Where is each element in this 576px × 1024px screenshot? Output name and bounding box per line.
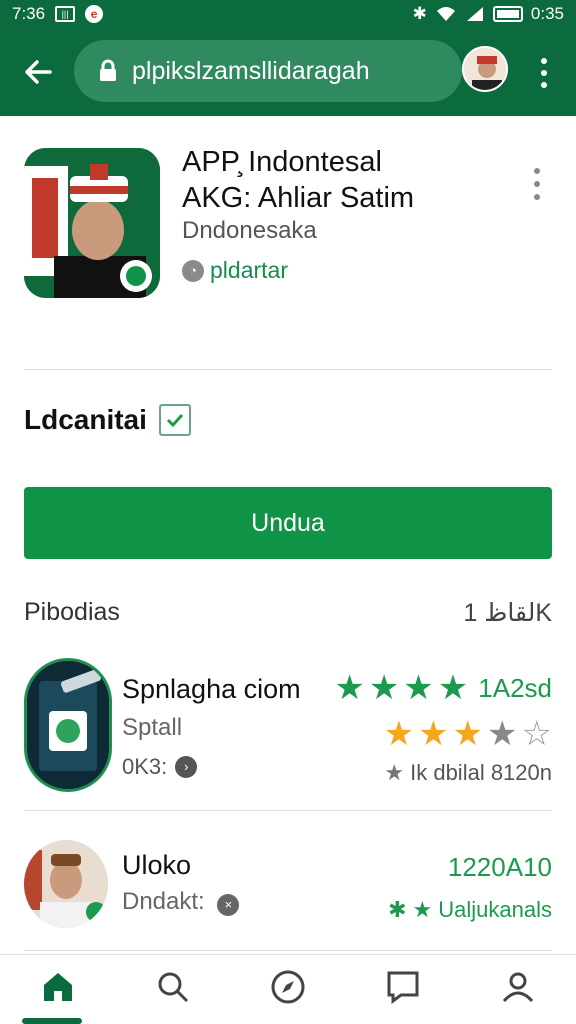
nav-profile[interactable] bbox=[488, 969, 548, 1005]
signal-icon bbox=[466, 7, 483, 21]
divider bbox=[24, 950, 552, 951]
item-detail-text: Ik dbilal 8120n bbox=[410, 760, 552, 785]
profile-icon bbox=[503, 972, 534, 1003]
status-bar: 7:36 ||| e ✱ 0:35 bbox=[0, 0, 576, 28]
app-menu-button[interactable] bbox=[530, 168, 544, 200]
install-button[interactable]: Undua bbox=[24, 487, 552, 559]
app-title-line2: AKG: Ahliar Satim bbox=[182, 182, 415, 214]
back-arrow-icon bbox=[25, 60, 52, 84]
list-item[interactable]: Spnlagha ciom Sptall 0K3: › ★ ★ ★ ★ 1A2s… bbox=[0, 658, 576, 808]
person-image bbox=[24, 840, 108, 928]
verified-label: Ldcanitai bbox=[24, 404, 147, 435]
star-icon: ★ bbox=[383, 715, 415, 753]
app-title: APP̧ Indontesal AKG: Ahliar Satim bbox=[182, 144, 512, 216]
lock-icon bbox=[100, 59, 116, 81]
item-detail-text: Ualjukanals bbox=[438, 897, 552, 922]
nav-messages[interactable] bbox=[373, 969, 433, 1005]
search-icon bbox=[158, 972, 188, 1003]
category-icon: ◔ bbox=[182, 259, 204, 282]
star-icon: ✱ bbox=[388, 897, 407, 922]
bluetooth-icon: ✱ bbox=[412, 4, 427, 23]
chat-icon bbox=[387, 971, 419, 1004]
section-header: Pibodias لقاظ 1K bbox=[24, 598, 552, 628]
divider bbox=[24, 369, 552, 370]
back-button[interactable] bbox=[0, 28, 76, 116]
star-outline-icon: ☆ bbox=[521, 715, 552, 753]
wifi-icon bbox=[436, 7, 455, 21]
item-title: Uloko bbox=[122, 850, 192, 880]
item-rating: 1A2sd bbox=[478, 672, 552, 703]
item-subtitle: Sptall bbox=[122, 714, 183, 741]
arrow-icon: › bbox=[175, 756, 198, 778]
app-category[interactable]: ◔ pldartar bbox=[182, 257, 288, 284]
nav-explore[interactable] bbox=[258, 969, 318, 1005]
bottom-navigation bbox=[0, 954, 576, 1024]
check-icon bbox=[166, 413, 184, 428]
divider bbox=[24, 810, 552, 811]
item-meta-text: 0K3: bbox=[122, 754, 168, 779]
star-icon: ★ bbox=[418, 715, 449, 753]
verified-checkbox[interactable] bbox=[158, 404, 191, 436]
compass-icon bbox=[271, 970, 305, 1004]
section-count[interactable]: لقاظ 1K bbox=[463, 598, 552, 628]
app-title-line1: APP̧ Indontesal bbox=[182, 146, 382, 178]
item-subtitle: Dndakt: × bbox=[122, 888, 240, 916]
item-rating: 1220A10 bbox=[447, 852, 552, 882]
url-text: plpikslzamsllidaragah bbox=[132, 56, 370, 85]
star-icon: ★ bbox=[452, 715, 484, 753]
star-icon: ★ bbox=[487, 715, 518, 753]
profile-avatar[interactable] bbox=[462, 46, 508, 92]
app-header: APP̧ Indontesal AKG: Ahliar Satim Dndone… bbox=[0, 116, 576, 371]
star-icon: ★ bbox=[412, 897, 433, 922]
item-thumbnail bbox=[24, 840, 108, 928]
nav-home[interactable] bbox=[28, 969, 88, 1005]
more-vert-icon bbox=[541, 58, 547, 64]
item-detail: ✱ ★ Ualjukanals bbox=[388, 897, 552, 923]
phone-image bbox=[27, 661, 109, 789]
status-time-left: 7:36 bbox=[12, 4, 46, 23]
home-icon bbox=[43, 973, 72, 1001]
item-title: Spnlagha ciom bbox=[122, 674, 301, 704]
active-tab-indicator bbox=[22, 1018, 82, 1024]
app-notification-icon: e bbox=[85, 5, 104, 23]
item-rating-block: 1220A10 ✱ ★ Ualjukanals bbox=[388, 852, 552, 923]
item-rating-block: ★ ★ ★ ★ 1A2sd ★ ★ ★ ★ ☆ ★ Ik dbilal 8120… bbox=[334, 670, 552, 786]
star-icon: ★ bbox=[437, 669, 469, 707]
verified-row: Ldcanitai bbox=[24, 404, 191, 436]
star-icon: ★ bbox=[334, 669, 365, 707]
item-meta: 0K3: › bbox=[122, 754, 198, 780]
close-icon: × bbox=[217, 894, 240, 916]
category-label: pldartar bbox=[210, 257, 288, 283]
browser-toolbar: plpikslzamsllidaragah bbox=[0, 28, 576, 116]
battery-icon bbox=[492, 6, 523, 22]
avatar-image bbox=[464, 48, 506, 90]
browser-menu-button[interactable] bbox=[530, 56, 558, 90]
notification-icon: ||| bbox=[55, 6, 76, 22]
app-developer[interactable]: Dndonesaka bbox=[182, 217, 317, 245]
more-vert-icon bbox=[534, 168, 540, 174]
app-icon-image bbox=[24, 148, 160, 298]
item-thumbnail bbox=[24, 658, 112, 792]
star-icon: ★ bbox=[368, 669, 400, 707]
address-bar[interactable]: plpikslzamsllidaragah bbox=[74, 40, 462, 102]
section-title: Pibodias bbox=[24, 598, 120, 626]
star-icon: ★ bbox=[403, 669, 434, 707]
star-icon: ★ bbox=[384, 760, 405, 785]
item-subtitle-text: Dndakt: bbox=[122, 888, 205, 915]
rating-stars-green: ★ ★ ★ ★ 1A2sd bbox=[334, 670, 552, 706]
status-time-right: 0:35 bbox=[530, 4, 564, 23]
rating-stars-orange: ★ ★ ★ ★ ☆ bbox=[334, 716, 552, 752]
item-detail: ★ Ik dbilal 8120n bbox=[334, 760, 552, 786]
app-icon bbox=[24, 148, 160, 298]
nav-search[interactable] bbox=[143, 969, 203, 1005]
